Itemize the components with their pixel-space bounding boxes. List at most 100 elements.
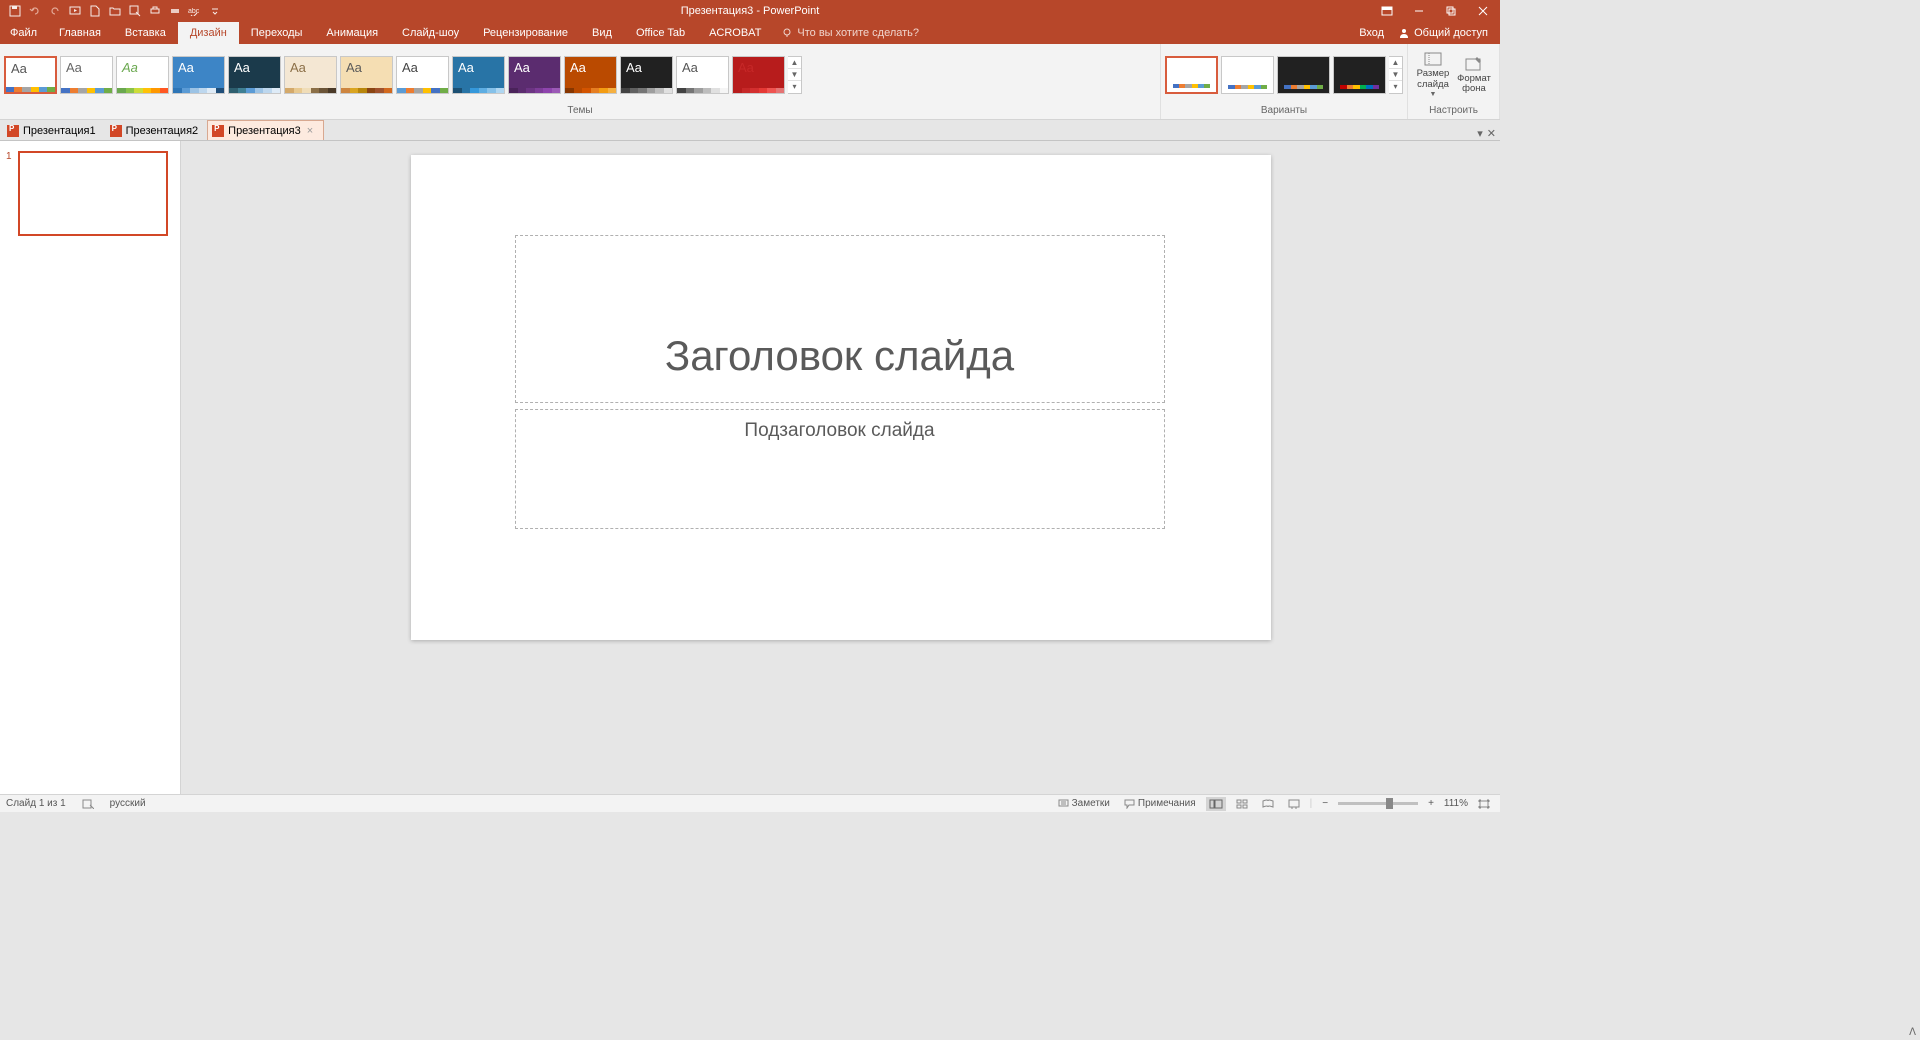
close-icon[interactable] [1468,2,1498,20]
undo-icon[interactable] [26,2,44,20]
tab-office tab[interactable]: Office Tab [624,22,697,44]
ribbon-display-icon[interactable] [1372,2,1402,20]
slide-counter[interactable]: Слайд 1 из 1 [6,798,66,809]
ribbon-tabs: Файл ГлавнаяВставкаДизайнПереходыАнимаци… [0,22,1500,44]
svg-text:abc: abc [188,8,200,15]
theme-item[interactable]: Aa [284,56,337,94]
variant-item[interactable] [1277,56,1330,94]
spellcheck-status[interactable] [78,799,98,809]
variant-item[interactable] [1165,56,1218,94]
tab-переходы[interactable]: Переходы [239,22,315,44]
themes-gallery-more[interactable]: ▲▼▾ [788,56,802,94]
tell-me-search[interactable]: Что вы хотите сделать? [773,22,927,44]
theme-item[interactable]: Aa [340,56,393,94]
format-background-button[interactable]: Формат фона [1455,53,1493,97]
doctab[interactable]: Презентация3× [207,120,324,140]
title-placeholder[interactable]: Заголовок слайда [515,235,1165,403]
variants-label: Варианты [1161,105,1407,119]
themes-label: Темы [0,105,1160,119]
customize-group: Размер слайда ▼ Формат фона Настроить [1408,44,1500,119]
powerpoint-icon [212,125,224,137]
variants-group: ▲▼▾ Варианты [1161,44,1408,119]
tab-вид[interactable]: Вид [580,22,624,44]
zoom-out-button[interactable]: − [1318,798,1332,809]
signin-link[interactable]: Вход [1359,27,1384,39]
print-preview-icon[interactable] [146,2,164,20]
quick-access-toolbar: abc [0,2,224,20]
window-controls [1372,2,1500,20]
notes-icon [1058,799,1069,809]
variant-item[interactable] [1221,56,1274,94]
fit-to-window-icon[interactable] [1474,799,1494,809]
theme-item[interactable]: Aa [676,56,729,94]
theme-item[interactable]: Aa [228,56,281,94]
spellcheck-icon[interactable]: abc [186,2,204,20]
subtitle-placeholder[interactable]: Подзаголовок слайда [515,409,1165,529]
theme-item[interactable]: Aa [4,56,57,94]
maximize-icon[interactable] [1436,2,1466,20]
variants-gallery-more[interactable]: ▲▼▾ [1389,56,1403,94]
tab-рецензирование[interactable]: Рецензирование [471,22,580,44]
reading-view-icon[interactable] [1258,797,1278,811]
slide-thumbnail[interactable] [18,151,168,236]
doctabs-dropdown-icon[interactable]: ▾ [1477,127,1483,140]
share-button[interactable]: Общий доступ [1392,22,1494,44]
zoom-in-button[interactable]: + [1424,798,1438,809]
slide-canvas[interactable]: Заголовок слайда Подзаголовок слайда [411,155,1271,640]
theme-item[interactable]: Aa [564,56,617,94]
ribbon: AaAaAaAaAaAaAaAaAaAaAaAaAaAa▲▼▾ Темы ▲▼▾… [0,44,1500,120]
new-file-icon[interactable] [86,2,104,20]
collapse-ribbon-icon[interactable]: ᐱ [1909,1027,1916,1038]
zoom-level[interactable]: 111% [1444,798,1468,809]
qat-more-icon[interactable] [206,2,224,20]
doctab[interactable]: Презентация1 [2,120,105,140]
minimize-icon[interactable] [1404,2,1434,20]
zoom-slider[interactable] [1338,802,1418,805]
theme-item[interactable]: Aa [172,56,225,94]
theme-item[interactable]: Aa [620,56,673,94]
slide-editor[interactable]: Заголовок слайда Подзаголовок слайда [181,141,1500,794]
tab-главная[interactable]: Главная [47,22,113,44]
zoom-slider-thumb[interactable] [1386,798,1393,809]
open-icon[interactable] [106,2,124,20]
notes-button[interactable]: Заметки [1054,798,1114,809]
theme-item[interactable]: Aa [508,56,561,94]
comments-button[interactable]: Примечания [1120,798,1200,809]
tab-дизайн[interactable]: Дизайн [178,22,239,44]
slide-size-button[interactable]: Размер слайда ▼ [1414,48,1452,101]
slide-thumbnail-panel: 1 [0,141,181,794]
normal-view-icon[interactable] [1206,797,1226,811]
slide-size-icon [1423,50,1443,68]
theme-item[interactable]: Aa [452,56,505,94]
theme-item[interactable]: Aa [732,56,785,94]
slideshow-view-icon[interactable] [1284,797,1304,811]
theme-item[interactable]: Aa [116,56,169,94]
save-as-icon[interactable] [126,2,144,20]
doctabs-close-icon[interactable]: ✕ [1487,127,1496,140]
doctab[interactable]: Презентация2 [105,120,208,140]
quick-print-icon[interactable] [166,2,184,20]
tab-вставка[interactable]: Вставка [113,22,178,44]
slide-sorter-view-icon[interactable] [1232,797,1252,811]
tab-file[interactable]: Файл [0,22,47,44]
main-area: 1 Заголовок слайда Подзаголовок слайда [0,141,1500,794]
tab-анимация[interactable]: Анимация [314,22,390,44]
powerpoint-icon [7,125,19,137]
save-icon[interactable] [6,2,24,20]
lightbulb-icon [781,27,793,39]
window-title: Презентация3 - PowerPoint [681,5,820,17]
document-tabs: Презентация1Презентация2Презентация3× ▾ … [0,120,1500,141]
theme-item[interactable]: Aa [396,56,449,94]
customize-label: Настроить [1408,105,1499,119]
themes-group: AaAaAaAaAaAaAaAaAaAaAaAaAaAa▲▼▾ Темы [0,44,1161,119]
variant-item[interactable] [1333,56,1386,94]
redo-icon[interactable] [46,2,64,20]
doctab-close-icon[interactable]: × [305,125,315,137]
tab-acrobat[interactable]: ACROBAT [697,22,773,44]
titlebar: abc Презентация3 - PowerPoint [0,0,1500,22]
tab-слайд-шоу[interactable]: Слайд-шоу [390,22,471,44]
theme-item[interactable]: Aa [60,56,113,94]
slideshow-icon[interactable] [66,2,84,20]
slide-thumbnail-item[interactable]: 1 [6,151,174,236]
language-status[interactable]: русский [110,798,146,809]
